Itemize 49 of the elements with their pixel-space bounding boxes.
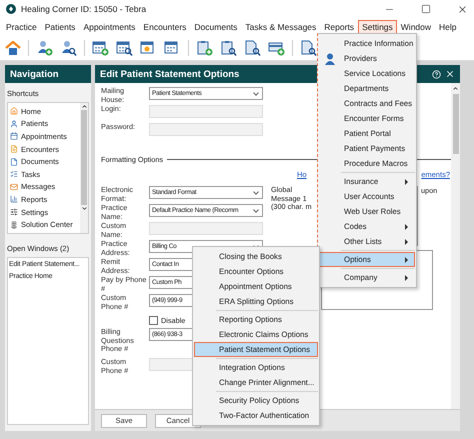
maximize-icon[interactable]: [421, 4, 431, 14]
panel-header: Navigation: [5, 65, 91, 83]
file-icon: [10, 158, 18, 166]
menu-bar-item[interactable]: Settings: [358, 20, 397, 34]
help-icon[interactable]: [432, 70, 441, 78]
checklist-icon: [10, 170, 18, 178]
window-title: Healing Corner ID: 15050 - Tebra: [21, 4, 148, 14]
menu-bar-item[interactable]: Practice: [2, 20, 41, 34]
menu-bar-item[interactable]: Appointments: [79, 20, 140, 34]
flower-icon: [10, 220, 18, 229]
scroll-up-icon[interactable]: [80, 103, 88, 110]
chart-icon: [10, 195, 18, 204]
document-search-icon[interactable]: [300, 40, 317, 56]
submenu-arrow-icon: [405, 178, 408, 184]
home-icon[interactable]: [5, 40, 21, 54]
scroll-down-icon[interactable]: [80, 205, 88, 212]
person-plus-icon[interactable]: [36, 40, 53, 56]
scroll-up-icon[interactable]: [452, 85, 459, 92]
clipboard-plus-icon[interactable]: [196, 40, 213, 56]
scrollbar-thumb[interactable]: [452, 94, 458, 154]
clipboard-search-icon[interactable]: [220, 40, 237, 56]
menu-bar-item[interactable]: Encounters: [139, 20, 190, 34]
close-icon[interactable]: [457, 4, 468, 14]
scrollbar-thumb[interactable]: [81, 110, 87, 205]
person-search-icon[interactable]: [60, 40, 77, 56]
home-icon: [10, 107, 18, 116]
calendar-icon: [10, 132, 18, 140]
card-plus-icon[interactable]: [268, 40, 285, 56]
menu-bar-item[interactable]: Reports: [320, 20, 358, 34]
menu-bar-item[interactable]: Documents: [190, 20, 242, 34]
close-icon[interactable]: [445, 69, 455, 79]
app-logo-icon: [6, 4, 16, 14]
envelope-icon: [10, 182, 18, 191]
menu-bar-item[interactable]: Patients: [40, 20, 80, 34]
sliders-icon: [10, 208, 18, 216]
person-icon: [324, 53, 337, 65]
document-search-icon[interactable]: [244, 40, 261, 56]
document-icon: [10, 145, 18, 154]
calendar-search-icon[interactable]: [116, 40, 133, 56]
menu-bar-item[interactable]: Tasks & Messages: [241, 20, 320, 34]
submenu-arrow-icon: [405, 274, 408, 280]
checkbox[interactable]: [149, 316, 158, 324]
submenu-arrow-icon: [405, 256, 408, 262]
menu-bar-item[interactable]: Help: [435, 20, 460, 34]
calendar-plus-icon[interactable]: [92, 40, 109, 56]
menu-bar-item[interactable]: Window: [396, 20, 436, 34]
person-icon: [10, 120, 18, 128]
submenu-arrow-icon: [405, 224, 408, 230]
submenu-arrow-icon: [405, 238, 408, 244]
